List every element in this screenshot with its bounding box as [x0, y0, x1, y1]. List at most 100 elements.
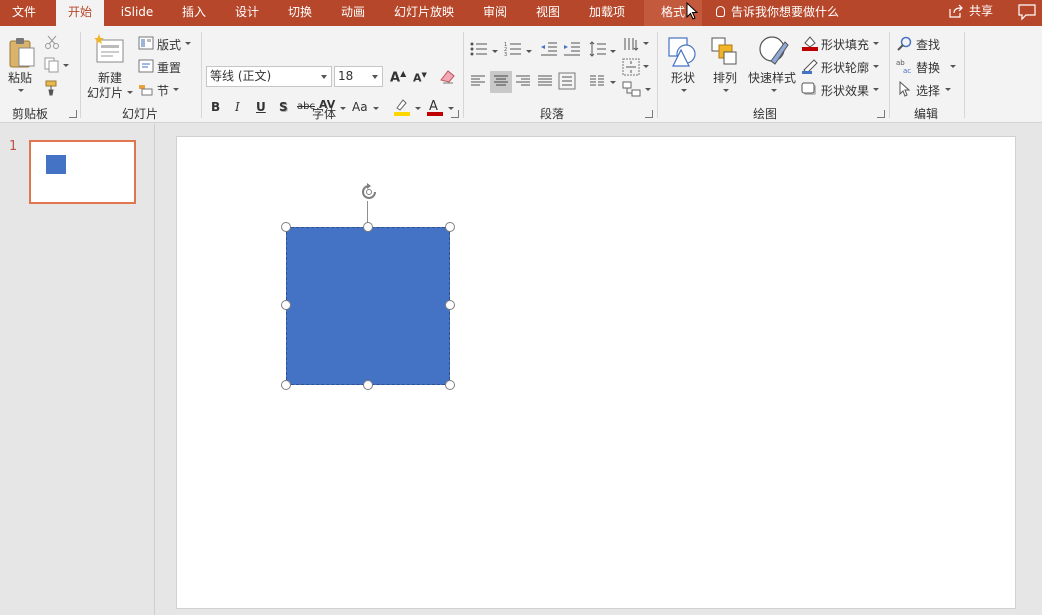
quick-styles-dropdown[interactable] — [771, 89, 777, 92]
format-painter-icon[interactable] — [44, 80, 62, 96]
bold-button[interactable]: B — [211, 100, 220, 114]
chevron-down-icon[interactable] — [372, 75, 378, 79]
shape-effects-dropdown[interactable] — [873, 88, 879, 91]
smartart-dropdown[interactable] — [645, 88, 651, 91]
resize-handle-top-right[interactable] — [445, 222, 455, 232]
arrange-icon[interactable] — [710, 36, 738, 66]
shape-outline-icon[interactable] — [801, 58, 819, 74]
align-right-icon[interactable] — [515, 74, 531, 88]
change-case-dropdown[interactable] — [373, 107, 379, 110]
resize-handle-bottom-right[interactable] — [445, 380, 455, 390]
smartart-icon[interactable] — [622, 80, 642, 98]
text-direction-dropdown[interactable] — [643, 42, 649, 45]
find-icon[interactable] — [897, 36, 913, 52]
font-name-input[interactable]: 等线 (正文) — [206, 66, 332, 87]
grow-font-button[interactable]: A▲ — [390, 69, 406, 85]
shape-outline-dropdown[interactable] — [873, 65, 879, 68]
cut-icon[interactable] — [44, 34, 60, 50]
font-size-input[interactable]: 18 — [334, 66, 383, 87]
arrange-label[interactable]: 排列 — [713, 69, 737, 86]
share-button[interactable]: 共享 — [948, 0, 993, 26]
chevron-down-icon[interactable] — [321, 75, 327, 79]
line-spacing-icon[interactable] — [589, 40, 607, 58]
resize-handle-top[interactable] — [363, 222, 373, 232]
shrink-font-button[interactable]: A▼ — [413, 71, 427, 85]
quick-styles-icon[interactable] — [757, 34, 789, 68]
highlight-dropdown[interactable] — [415, 107, 421, 110]
layout-dropdown[interactable] — [185, 42, 191, 45]
resize-handle-right[interactable] — [445, 300, 455, 310]
columns-dropdown[interactable] — [610, 81, 616, 84]
distributed-icon[interactable] — [558, 72, 576, 90]
clipboard-launcher[interactable] — [69, 110, 77, 118]
replace-label[interactable]: 替换 — [916, 59, 940, 76]
paste-icon[interactable] — [8, 36, 36, 68]
section-label[interactable]: 节 — [157, 82, 169, 99]
text-shadow-button[interactable]: S — [279, 100, 288, 114]
shapes-label[interactable]: 形状 — [671, 69, 695, 86]
tab-slideshow[interactable]: 幻灯片放映 — [386, 0, 462, 26]
copy-dropdown[interactable] — [63, 64, 69, 67]
change-case-button[interactable]: Aa — [352, 100, 368, 114]
select-dropdown[interactable] — [945, 88, 951, 91]
text-direction-icon[interactable] — [622, 36, 640, 54]
highlight-color-icon[interactable] — [393, 97, 411, 117]
tab-transitions[interactable]: 切换 — [276, 0, 324, 26]
char-spacing-dropdown[interactable] — [340, 107, 346, 110]
paragraph-launcher[interactable] — [645, 110, 653, 118]
resize-handle-bottom-left[interactable] — [281, 380, 291, 390]
shape-fill-icon[interactable] — [801, 35, 819, 51]
paste-label[interactable]: 粘贴 — [8, 69, 32, 86]
replace-dropdown[interactable] — [950, 65, 956, 68]
reset-label[interactable]: 重置 — [157, 59, 181, 76]
section-icon[interactable] — [138, 82, 154, 96]
bullets-dropdown[interactable] — [492, 50, 498, 53]
tab-islide[interactable]: iSlide — [112, 0, 162, 26]
rotate-handle-icon[interactable] — [358, 181, 380, 203]
select-cursor-icon[interactable] — [898, 81, 912, 97]
new-slide-dropdown[interactable] — [127, 91, 133, 94]
shape-fill-label[interactable]: 形状填充 — [821, 36, 869, 53]
select-label[interactable]: 选择 — [916, 82, 940, 99]
new-slide-label-line2[interactable]: 幻灯片 — [87, 84, 123, 101]
quick-styles-label[interactable]: 快速样式 — [748, 69, 796, 86]
font-launcher[interactable] — [451, 110, 459, 118]
tab-view[interactable]: 视图 — [524, 0, 572, 26]
numbering-icon[interactable]: 123 — [504, 42, 522, 56]
shapes-icon[interactable] — [667, 36, 699, 68]
align-left-icon[interactable] — [470, 74, 486, 88]
shape-fill-dropdown[interactable] — [873, 42, 879, 45]
tab-design[interactable]: 设计 — [223, 0, 271, 26]
new-slide-icon[interactable] — [93, 34, 125, 64]
font-color-icon[interactable]: A — [426, 97, 444, 117]
section-dropdown[interactable] — [173, 88, 179, 91]
numbering-dropdown[interactable] — [526, 50, 532, 53]
justify-icon[interactable] — [537, 74, 553, 88]
tab-review[interactable]: 审阅 — [471, 0, 519, 26]
tell-me-box[interactable]: 告诉我你想要做什么 — [716, 0, 839, 26]
layout-label[interactable]: 版式 — [157, 36, 181, 53]
tab-file[interactable]: 文件 — [0, 0, 48, 26]
selected-rectangle-shape[interactable] — [286, 227, 450, 385]
tab-home[interactable]: 开始 — [56, 0, 104, 26]
bullets-icon[interactable] — [470, 42, 488, 56]
comment-icon[interactable] — [1018, 3, 1036, 21]
shape-effects-label[interactable]: 形状效果 — [821, 82, 869, 99]
columns-icon[interactable] — [589, 74, 605, 88]
layout-icon[interactable] — [138, 36, 154, 50]
increase-indent-icon[interactable] — [563, 42, 581, 56]
tab-addins[interactable]: 加载项 — [580, 0, 634, 26]
resize-handle-left[interactable] — [281, 300, 291, 310]
shape-effects-icon[interactable] — [801, 81, 819, 97]
italic-button[interactable]: I — [235, 100, 240, 114]
tab-insert[interactable]: 插入 — [170, 0, 218, 26]
align-text-dropdown[interactable] — [643, 65, 649, 68]
shape-outline-label[interactable]: 形状轮廓 — [821, 59, 869, 76]
drawing-launcher[interactable] — [877, 110, 885, 118]
reset-icon[interactable] — [138, 59, 154, 73]
underline-button[interactable]: U — [256, 100, 266, 114]
resize-handle-bottom[interactable] — [363, 380, 373, 390]
tab-animations[interactable]: 动画 — [329, 0, 377, 26]
replace-icon[interactable]: abac — [896, 58, 914, 74]
align-text-icon[interactable] — [622, 58, 640, 76]
